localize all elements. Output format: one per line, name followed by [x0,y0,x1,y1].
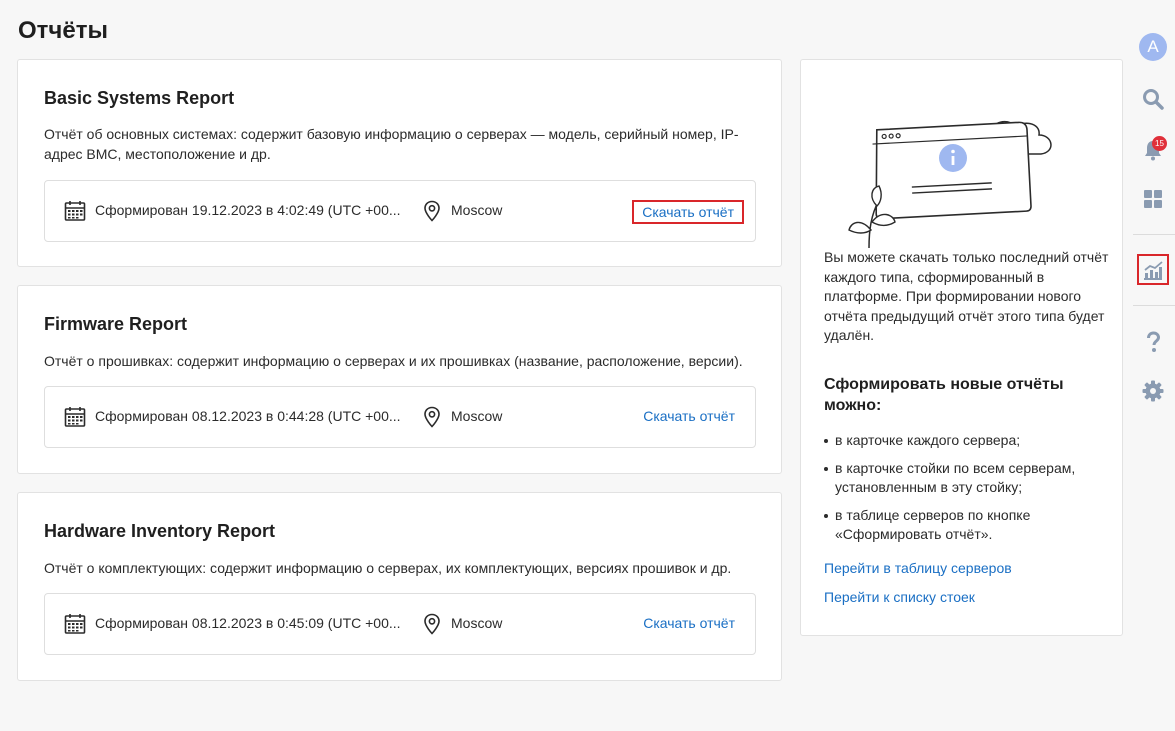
generated-timestamp: Сформирован 08.12.2023 в 0:45:09 (UTC +0… [95,615,401,631]
generation-methods-list: в карточке каждого сервера; в карточке с… [824,431,1109,553]
location-pin-icon [424,200,440,222]
calendar-icon [64,201,86,221]
report-card-basic-systems: Basic Systems Report Отчёт об основных с… [17,59,782,267]
location-label: Moscow [451,408,503,424]
avatar[interactable]: A [1139,33,1167,61]
list-item: в таблице серверов по кнопке «Сформирова… [824,506,1109,545]
report-illustration [848,120,1052,249]
report-meta: Сформирован 19.12.2023 в 4:02:49 (UTC +0… [44,180,756,242]
location-pin-icon [424,613,440,635]
report-description: Отчёт о прошивках: содержит информацию о… [44,353,743,369]
report-title: Firmware Report [44,314,188,334]
report-title: Basic Systems Report [44,88,235,108]
rail-divider [1133,234,1175,235]
grid-icon[interactable] [1141,187,1165,211]
search-icon[interactable] [1141,87,1165,111]
list-item: в карточке каждого сервера; [824,431,1109,451]
report-card-firmware: Firmware Report Отчёт о прошивках: содер… [17,285,782,474]
report-title: Hardware Inventory Report [44,521,276,541]
location-pin-icon [424,406,440,428]
go-to-servers-table-link[interactable]: Перейти в таблицу серверов [824,560,1012,576]
location-label: Moscow [451,615,503,631]
report-description: Отчёт об основных системах: содержит баз… [44,126,739,162]
location-label: Moscow [451,202,503,218]
report-meta: Сформирован 08.12.2023 в 0:45:09 (UTC +0… [44,593,756,655]
download-report-link[interactable]: Скачать отчёт [643,408,735,424]
chart-icon[interactable] [1141,258,1165,282]
report-meta: Сформирован 08.12.2023 в 0:44:28 (UTC +0… [44,386,756,448]
calendar-icon [64,614,86,634]
generated-timestamp: Сформирован 19.12.2023 в 4:02:49 (UTC +0… [95,202,401,218]
report-description: Отчёт о комплектующих: содержит информац… [44,560,732,576]
info-note: Вы можете скачать только последний отчёт… [824,249,1109,344]
page-title: Отчёты [18,17,108,44]
gear-icon[interactable] [1141,379,1165,403]
generated-timestamp: Сформирован 08.12.2023 в 0:44:28 (UTC +0… [95,408,401,424]
notification-badge: 15 [1152,136,1167,151]
info-subheading: Сформировать новые отчёты можно: [824,376,1064,414]
list-item: в карточке стойки по всем серверам, уста… [824,459,1109,498]
rail-divider [1133,305,1175,306]
go-to-racks-list-link[interactable]: Перейти к списку стоек [824,589,975,605]
help-icon[interactable] [1141,330,1165,354]
report-card-hardware-inventory: Hardware Inventory Report Отчёт о компле… [17,492,782,681]
download-report-link[interactable]: Скачать отчёт [643,615,735,631]
download-report-link[interactable]: Скачать отчёт [632,200,744,224]
calendar-icon [64,407,86,427]
info-panel: Вы можете скачать только последний отчёт… [800,59,1123,636]
